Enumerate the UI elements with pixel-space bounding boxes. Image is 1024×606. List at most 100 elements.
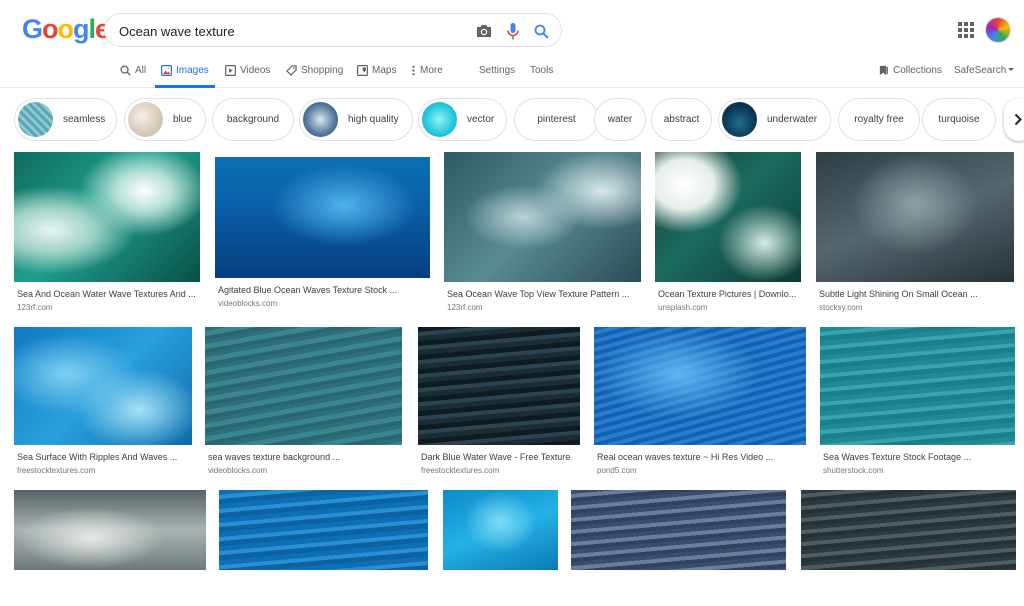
result-source: freestocktextures.com <box>17 466 96 475</box>
result-thumbnail[interactable] <box>14 327 192 445</box>
chip-label: turquoise <box>938 114 980 125</box>
image-result[interactable] <box>443 490 558 606</box>
result-thumbnail[interactable] <box>219 490 428 570</box>
result-thumbnail[interactable] <box>816 152 1014 282</box>
result-source: pond5.com <box>597 466 637 475</box>
chip-label: water <box>607 114 633 125</box>
chip-label: background <box>226 114 280 125</box>
result-source: 123rf.com <box>447 303 483 312</box>
result-source: unsplash.com <box>658 303 708 312</box>
image-result[interactable] <box>801 490 1016 606</box>
apps-grid-icon[interactable] <box>957 21 975 39</box>
result-thumbnail[interactable] <box>443 490 558 570</box>
result-title[interactable]: Sea Ocean Wave Top View Texture Pattern … <box>447 289 641 299</box>
result-thumbnail[interactable] <box>215 157 430 278</box>
image-result[interactable]: Sea Waves Texture Stock Footage ... shutt… <box>820 327 1015 481</box>
result-title[interactable]: Sea Waves Texture Stock Footage ... <box>823 452 1015 462</box>
chip-seamless[interactable]: seamless <box>14 98 117 141</box>
chip-label: blue <box>173 114 192 125</box>
image-result[interactable] <box>571 490 786 606</box>
chip-vector[interactable]: vector <box>418 98 507 141</box>
tab-maps[interactable]: Maps <box>357 65 396 87</box>
result-source: 123rf.com <box>17 303 53 312</box>
chip-label: pinterest <box>537 114 576 125</box>
result-thumbnail[interactable] <box>14 152 200 282</box>
result-source: videoblocks.com <box>218 299 278 308</box>
result-title[interactable]: Agitated Blue Ocean Waves Texture Stock … <box>218 285 430 295</box>
search-input[interactable] <box>119 21 459 41</box>
tab-images[interactable]: Images <box>155 65 215 88</box>
collections-link[interactable]: Collections <box>878 65 942 87</box>
chip-pinterest[interactable]: pinterest <box>514 98 599 141</box>
result-source: shutterstock.com <box>823 466 884 475</box>
result-thumbnail[interactable] <box>571 490 786 570</box>
caret-down-icon <box>1008 68 1015 71</box>
image-result[interactable]: Real ocean waves texture ~ Hi Res Video … <box>594 327 806 481</box>
video-icon <box>225 65 236 76</box>
tab-more[interactable]: More <box>411 65 443 87</box>
result-source: videoblocks.com <box>208 466 268 475</box>
search-icon <box>120 65 131 76</box>
image-result[interactable]: sea waves texture background ... videoblo… <box>205 327 402 481</box>
result-title[interactable]: Ocean Texture Pictures | Downlo... <box>658 289 801 299</box>
result-title[interactable]: sea waves texture background ... <box>208 452 402 462</box>
logo-letter: g <box>73 14 89 44</box>
related-search-chips: seamless blue background high quality vector… <box>0 98 1024 142</box>
result-thumbnail[interactable] <box>820 327 1015 445</box>
image-result[interactable] <box>219 490 428 606</box>
result-thumbnail[interactable] <box>444 152 641 282</box>
image-result[interactable]: Sea Surface With Ripples And Waves ... fr… <box>14 327 192 481</box>
search-tabs: All Images Videos Shopping Maps More Set… <box>0 60 1024 88</box>
chip-label: vector <box>467 114 495 125</box>
camera-icon[interactable] <box>473 20 495 42</box>
result-title[interactable]: Sea And Ocean Water Wave Textures And ..… <box>17 289 200 299</box>
image-result[interactable]: Agitated Blue Ocean Waves Texture Stock … <box>215 157 430 314</box>
chip-high-quality[interactable]: high quality <box>299 98 413 141</box>
tab-all[interactable]: All <box>120 65 146 87</box>
result-thumbnail[interactable] <box>14 490 206 570</box>
tag-icon <box>286 65 297 76</box>
tab-tools[interactable]: Tools <box>530 65 553 87</box>
image-result[interactable] <box>14 490 206 606</box>
map-icon <box>357 65 368 76</box>
chip-royalty-free[interactable]: royalty free <box>838 98 920 141</box>
chips-next-button[interactable] <box>1004 98 1024 141</box>
chip-abstract[interactable]: abstract <box>651 98 712 141</box>
image-result[interactable]: Dark Blue Water Wave - Free Texture frees… <box>418 327 580 481</box>
top-bar: Google <box>0 0 1024 60</box>
chip-thumbnail <box>722 102 757 137</box>
avatar[interactable] <box>985 17 1011 43</box>
result-thumbnail[interactable] <box>801 490 1016 570</box>
image-icon <box>161 65 172 76</box>
google-logo[interactable]: Google <box>22 14 110 45</box>
result-title[interactable]: Subtle Light Shining On Small Ocean ... <box>819 289 1014 299</box>
tab-shopping[interactable]: Shopping <box>286 65 343 87</box>
tab-label: Videos <box>240 65 271 76</box>
chip-underwater[interactable]: underwater <box>718 98 831 141</box>
result-thumbnail[interactable] <box>655 152 801 282</box>
image-result[interactable]: Sea Ocean Wave Top View Texture Pattern … <box>444 152 641 318</box>
result-thumbnail[interactable] <box>594 327 806 445</box>
image-result[interactable]: Ocean Texture Pictures | Downlo... unspla… <box>655 152 801 318</box>
chip-turquoise[interactable]: turquoise <box>922 98 996 141</box>
result-thumbnail[interactable] <box>418 327 580 445</box>
collections-label: Collections <box>893 65 942 76</box>
chip-label: underwater <box>767 114 818 125</box>
safesearch-dropdown[interactable]: SafeSearch <box>954 65 1015 87</box>
result-thumbnail[interactable] <box>205 327 402 445</box>
result-title[interactable]: Real ocean waves texture ~ Hi Res Video … <box>597 452 806 462</box>
chip-water[interactable]: water <box>594 98 646 141</box>
chip-blue[interactable]: blue <box>124 98 206 141</box>
chip-label: abstract <box>663 114 700 125</box>
result-title[interactable]: Dark Blue Water Wave - Free Texture <box>421 452 580 462</box>
tab-videos[interactable]: Videos <box>225 65 270 87</box>
logo-letter: o <box>42 14 58 44</box>
image-result[interactable]: Sea And Ocean Water Wave Textures And ..… <box>14 152 200 318</box>
tab-settings[interactable]: Settings <box>479 65 515 87</box>
image-result[interactable]: Subtle Light Shining On Small Ocean ... s… <box>816 152 1014 318</box>
chip-thumbnail <box>128 102 163 137</box>
search-icon[interactable] <box>530 20 552 42</box>
microphone-icon[interactable] <box>502 20 524 42</box>
result-title[interactable]: Sea Surface With Ripples And Waves ... <box>17 452 192 462</box>
chip-background[interactable]: background <box>212 98 294 141</box>
